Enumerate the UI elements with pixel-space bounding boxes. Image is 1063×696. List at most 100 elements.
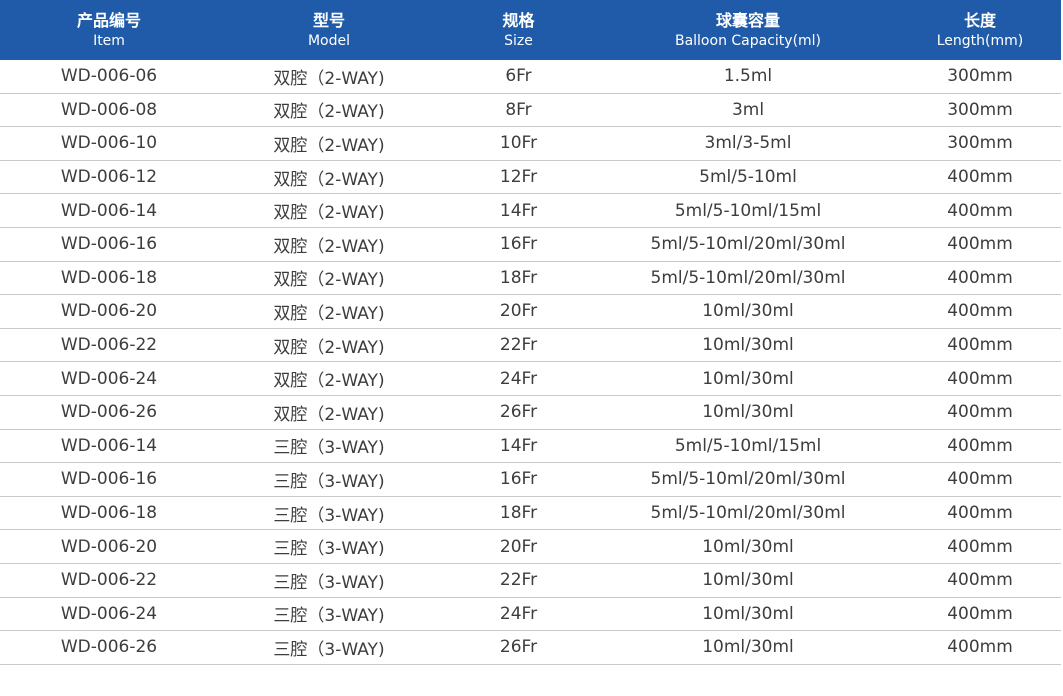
size-cell: 6Fr [440, 60, 597, 94]
header-size-zh: 规格 [502, 10, 535, 30]
model-cell: 双腔（2-WAY) [218, 328, 440, 363]
model-cell: 三腔（3-WAY) [218, 529, 440, 564]
table-header: 产品编号 Item 型号 Model 规格 Size 球囊容量 Balloon … [0, 0, 1061, 60]
model-cell: 双腔（2-WAY) [218, 126, 440, 161]
size-cell: 22Fr [440, 563, 597, 598]
item-cell: WD-006-24 [0, 597, 218, 632]
model-cell: 双腔（2-WAY) [218, 227, 440, 262]
header-size-en: Size [504, 32, 533, 49]
table-row: WD-006-18 双腔（2-WAY) 18Fr 5ml/5-10ml/20ml/30… [0, 261, 1061, 296]
length-cell: 400mm [899, 361, 1061, 396]
length-cell: 300mm [899, 93, 1061, 128]
balloon-capacity-cell: 3ml/3-5ml [597, 126, 899, 161]
item-cell: WD-006-18 [0, 496, 218, 531]
table-row: WD-006-08 双腔（2-WAY) 8Fr 3ml 300mm [0, 93, 1061, 128]
header-item-en: Item [93, 32, 125, 49]
length-cell: 400mm [899, 261, 1061, 296]
header-length-en: Length(mm) [936, 32, 1024, 49]
item-cell: WD-006-14 [0, 429, 218, 464]
item-cell: WD-006-22 [0, 328, 218, 363]
size-cell: 14Fr [440, 193, 597, 228]
balloon-capacity-cell: 10ml/30ml [597, 630, 899, 665]
length-cell: 400mm [899, 395, 1061, 430]
model-cell: 三腔（3-WAY) [218, 597, 440, 632]
length-cell: 400mm [899, 160, 1061, 195]
item-cell: WD-006-08 [0, 93, 218, 128]
length-cell: 400mm [899, 462, 1061, 497]
balloon-capacity-cell: 10ml/30ml [597, 328, 899, 363]
length-cell: 400mm [899, 429, 1061, 464]
header-item-zh: 产品编号 [76, 10, 141, 30]
table-row: WD-006-26 三腔（3-WAY) 26Fr 10ml/30ml 400mm [0, 630, 1061, 665]
product-spec-table: 产品编号 Item 型号 Model 规格 Size 球囊容量 Balloon … [0, 0, 1061, 665]
length-cell: 400mm [899, 193, 1061, 228]
header-model: 型号 Model [218, 0, 440, 60]
size-cell: 24Fr [440, 361, 597, 396]
model-cell: 双腔（2-WAY) [218, 361, 440, 396]
balloon-capacity-cell: 10ml/30ml [597, 361, 899, 396]
length-cell: 300mm [899, 60, 1061, 94]
size-cell: 26Fr [440, 630, 597, 665]
model-cell: 双腔（2-WAY) [218, 160, 440, 195]
model-cell: 双腔（2-WAY) [218, 60, 440, 94]
item-cell: WD-006-20 [0, 294, 218, 329]
table-row: WD-006-16 三腔（3-WAY) 16Fr 5ml/5-10ml/20ml/30… [0, 462, 1061, 497]
table-body: WD-006-06 双腔（2-WAY) 6Fr 1.5ml 300mm WD-006-08… [0, 60, 1061, 665]
item-cell: WD-006-06 [0, 60, 218, 94]
length-cell: 400mm [899, 630, 1061, 665]
size-cell: 16Fr [440, 227, 597, 262]
balloon-capacity-cell: 5ml/5-10ml/20ml/30ml [597, 496, 899, 531]
balloon-capacity-cell: 10ml/30ml [597, 395, 899, 430]
table-row: WD-006-10 双腔（2-WAY) 10Fr 3ml/3-5ml 300mm [0, 126, 1061, 161]
item-cell: WD-006-26 [0, 395, 218, 430]
header-row: 产品编号 Item 型号 Model 规格 Size 球囊容量 Balloon … [0, 0, 1061, 60]
size-cell: 26Fr [440, 395, 597, 430]
size-cell: 18Fr [440, 496, 597, 531]
size-cell: 8Fr [440, 93, 597, 128]
length-cell: 400mm [899, 227, 1061, 262]
length-cell: 400mm [899, 529, 1061, 564]
balloon-capacity-cell: 5ml/5-10ml/15ml [597, 193, 899, 228]
size-cell: 20Fr [440, 294, 597, 329]
length-cell: 400mm [899, 496, 1061, 531]
table-row: WD-006-20 双腔（2-WAY) 20Fr 10ml/30ml 400mm [0, 294, 1061, 329]
header-model-zh: 型号 [312, 10, 345, 30]
header-balloon-capacity-en: Balloon Capacity(ml) [674, 32, 822, 49]
table-row: WD-006-16 双腔（2-WAY) 16Fr 5ml/5-10ml/20ml/30… [0, 227, 1061, 262]
size-cell: 22Fr [440, 328, 597, 363]
size-cell: 12Fr [440, 160, 597, 195]
balloon-capacity-cell: 10ml/30ml [597, 563, 899, 598]
length-cell: 400mm [899, 597, 1061, 632]
table-row: WD-006-12 双腔（2-WAY) 12Fr 5ml/5-10ml 400mm [0, 160, 1061, 195]
item-cell: WD-006-12 [0, 160, 218, 195]
item-cell: WD-006-26 [0, 630, 218, 665]
model-cell: 双腔（2-WAY) [218, 193, 440, 228]
header-item: 产品编号 Item [0, 0, 218, 60]
balloon-capacity-cell: 5ml/5-10ml/20ml/30ml [597, 227, 899, 262]
balloon-capacity-cell: 3ml [597, 93, 899, 128]
item-cell: WD-006-16 [0, 227, 218, 262]
item-cell: WD-006-22 [0, 563, 218, 598]
length-cell: 400mm [899, 328, 1061, 363]
header-size: 规格 Size [440, 0, 597, 60]
model-cell: 双腔（2-WAY) [218, 395, 440, 430]
header-balloon-capacity-zh: 球囊容量 [715, 10, 780, 30]
model-cell: 三腔（3-WAY) [218, 429, 440, 464]
item-cell: WD-006-10 [0, 126, 218, 161]
header-length-zh: 长度 [963, 10, 996, 30]
length-cell: 400mm [899, 294, 1061, 329]
table-row: WD-006-14 三腔（3-WAY) 14Fr 5ml/5-10ml/15ml 400… [0, 429, 1061, 464]
size-cell: 24Fr [440, 597, 597, 632]
item-cell: WD-006-14 [0, 193, 218, 228]
table-row: WD-006-18 三腔（3-WAY) 18Fr 5ml/5-10ml/20ml/30… [0, 496, 1061, 531]
balloon-capacity-cell: 10ml/30ml [597, 529, 899, 564]
model-cell: 双腔（2-WAY) [218, 261, 440, 296]
model-cell: 三腔（3-WAY) [218, 496, 440, 531]
size-cell: 10Fr [440, 126, 597, 161]
table-row: WD-006-20 三腔（3-WAY) 20Fr 10ml/30ml 400mm [0, 529, 1061, 564]
size-cell: 20Fr [440, 529, 597, 564]
header-balloon-capacity: 球囊容量 Balloon Capacity(ml) [597, 0, 899, 60]
balloon-capacity-cell: 5ml/5-10ml [597, 160, 899, 195]
table-row: WD-006-24 三腔（3-WAY) 24Fr 10ml/30ml 400mm [0, 597, 1061, 632]
item-cell: WD-006-20 [0, 529, 218, 564]
